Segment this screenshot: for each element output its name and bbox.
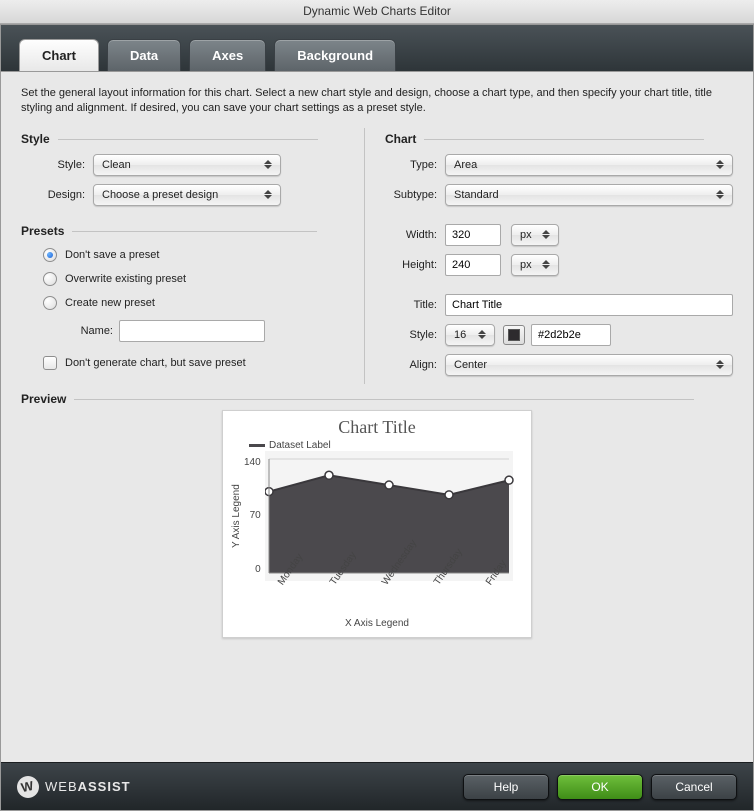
rule	[74, 399, 694, 400]
select-style[interactable]: Clean	[93, 154, 281, 176]
radio-label: Overwrite existing preset	[65, 273, 186, 285]
chevron-updown-icon	[474, 325, 490, 345]
checkbox-label: Don't generate chart, but save preset	[65, 357, 246, 369]
heading-chart-label: Chart	[385, 132, 416, 146]
label-subtype: Subtype:	[385, 189, 445, 201]
heading-style: Style	[21, 132, 340, 146]
chevron-updown-icon	[712, 185, 728, 205]
heading-preview-label: Preview	[21, 392, 66, 406]
select-height-unit-value: px	[520, 259, 532, 271]
brand-text: WEBASSIST	[45, 779, 131, 794]
select-width-unit[interactable]: px	[511, 224, 559, 246]
help-button[interactable]: Help	[463, 774, 549, 800]
select-design-value: Choose a preset design	[102, 189, 218, 201]
select-subtype-value: Standard	[454, 189, 499, 201]
tab-axes[interactable]: Axes	[189, 39, 266, 71]
checkbox-icon	[43, 356, 57, 370]
checkbox-dont-generate[interactable]: Don't generate chart, but save preset	[43, 356, 340, 370]
select-design[interactable]: Choose a preset design	[93, 184, 281, 206]
ytick: 140	[244, 457, 261, 468]
chevron-updown-icon	[538, 225, 554, 245]
heading-presets-label: Presets	[21, 224, 64, 238]
label-height: Height:	[385, 259, 445, 271]
radio-label: Don't save a preset	[65, 249, 159, 261]
brand-part2: ASSIST	[78, 779, 131, 794]
tabbar-wrap: Chart Data Axes Background	[1, 25, 753, 71]
input-width[interactable]	[445, 224, 501, 246]
radio-icon	[43, 248, 57, 262]
label-title: Title:	[385, 299, 445, 311]
select-align-value: Center	[454, 359, 487, 371]
footer: W WEBASSIST Help OK Cancel	[1, 762, 753, 810]
radio-icon	[43, 296, 57, 310]
select-type-value: Area	[454, 159, 477, 171]
col-chart: Chart Type: Area Subtype: Standard	[364, 128, 733, 384]
col-style-presets: Style Style: Clean Design: Choose a pres…	[21, 128, 340, 384]
chevron-updown-icon	[260, 185, 276, 205]
rule	[58, 139, 318, 140]
select-title-size-value: 16	[454, 329, 466, 341]
rule	[72, 231, 317, 232]
chevron-updown-icon	[538, 255, 554, 275]
select-title-size[interactable]: 16	[445, 324, 495, 346]
chart-preview-card: Chart Title Dataset Label Y Axis Legend …	[222, 410, 532, 638]
cancel-button[interactable]: Cancel	[651, 774, 737, 800]
chart-legend: Dataset Label	[229, 440, 525, 451]
tabbar: Chart Data Axes Background	[19, 39, 735, 71]
label-type: Type:	[385, 159, 445, 171]
legend-line-icon	[249, 444, 265, 447]
input-title[interactable]	[445, 294, 733, 316]
tab-chart[interactable]: Chart	[19, 39, 99, 71]
color-swatch-button[interactable]	[503, 325, 525, 345]
radio-no-save-preset[interactable]: Don't save a preset	[43, 248, 340, 262]
label-align: Align:	[385, 359, 445, 371]
heading-chart: Chart	[385, 132, 733, 146]
chevron-updown-icon	[712, 155, 728, 175]
x-axis-ticks: Monday Tuesday Wednesday Thursday Friday	[229, 581, 525, 592]
label-title-style: Style:	[385, 329, 445, 341]
chevron-updown-icon	[712, 355, 728, 375]
brand-part1: WEB	[45, 779, 78, 794]
heading-presets: Presets	[21, 224, 340, 238]
input-height[interactable]	[445, 254, 501, 276]
heading-style-label: Style	[21, 132, 50, 146]
select-subtype[interactable]: Standard	[445, 184, 733, 206]
y-axis-ticks: 140 70 0	[244, 451, 265, 581]
label-preset-name: Name:	[71, 325, 119, 337]
chevron-updown-icon	[260, 155, 276, 175]
radio-label: Create new preset	[65, 297, 155, 309]
radio-icon	[43, 272, 57, 286]
select-type[interactable]: Area	[445, 154, 733, 176]
tab-background[interactable]: Background	[274, 39, 396, 71]
label-width: Width:	[385, 229, 445, 241]
rule	[424, 139, 704, 140]
ytick: 0	[244, 564, 261, 575]
x-axis-label: X Axis Legend	[229, 618, 525, 629]
label-style: Style:	[21, 159, 93, 171]
select-width-unit-value: px	[520, 229, 532, 241]
swatch-icon	[508, 329, 520, 341]
window-title: Dynamic Web Charts Editor	[0, 0, 754, 24]
brand-logo-icon: W	[17, 776, 39, 798]
select-align[interactable]: Center	[445, 354, 733, 376]
radio-create-preset[interactable]: Create new preset	[43, 296, 340, 310]
ytick: 70	[244, 510, 261, 521]
intro-text: Set the general layout information for t…	[21, 86, 733, 116]
legend-label: Dataset Label	[269, 440, 331, 451]
radio-overwrite-preset[interactable]: Overwrite existing preset	[43, 272, 340, 286]
panel-chart: Set the general layout information for t…	[1, 71, 753, 762]
tab-data[interactable]: Data	[107, 39, 181, 71]
app-window: Chart Data Axes Background Set the gener…	[0, 24, 754, 811]
ok-button[interactable]: OK	[557, 774, 643, 800]
input-title-color[interactable]	[531, 324, 611, 346]
select-height-unit[interactable]: px	[511, 254, 559, 276]
select-style-value: Clean	[102, 159, 131, 171]
y-axis-label: Y Axis Legend	[229, 451, 244, 581]
label-design: Design:	[21, 189, 93, 201]
input-preset-name[interactable]	[119, 320, 265, 342]
chart-preview-title: Chart Title	[229, 415, 525, 440]
brand: W WEBASSIST	[17, 776, 131, 798]
heading-preview: Preview	[21, 392, 733, 406]
preview-section: Preview Chart Title Dataset Label Y Axis…	[21, 392, 733, 638]
